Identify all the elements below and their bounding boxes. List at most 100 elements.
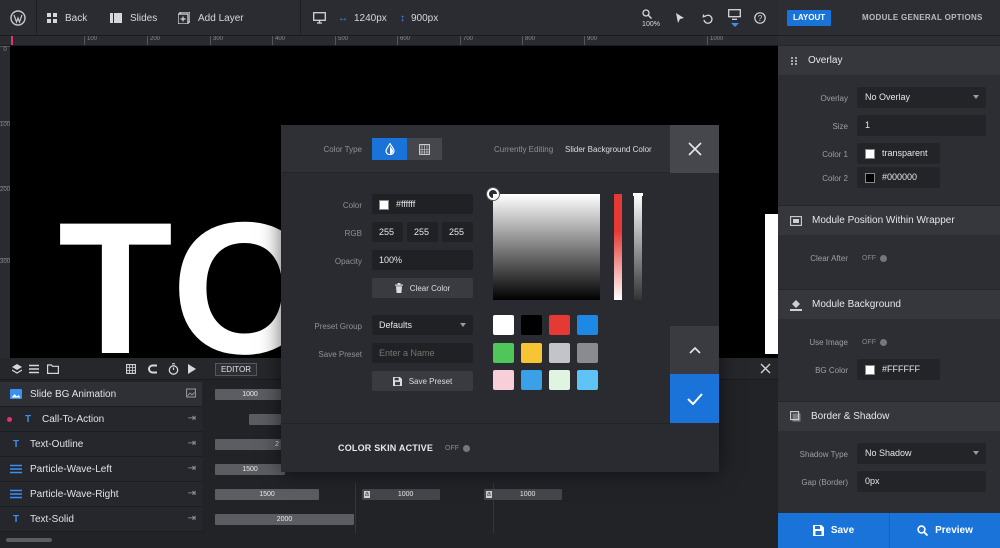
currently-editing-value: Slider Background Color bbox=[565, 145, 652, 154]
device-desktop-button[interactable] bbox=[313, 0, 334, 36]
layer-row-call-to-action[interactable]: T Call-To-Action ⇥ bbox=[0, 407, 202, 432]
opacity-input[interactable]: 100% bbox=[372, 250, 473, 270]
use-image-label: Use Image bbox=[809, 338, 848, 347]
layout-tab[interactable]: LAYOUT bbox=[787, 10, 832, 26]
preset-swatch[interactable] bbox=[549, 370, 570, 390]
layer-row-particle-right[interactable]: Particle-Wave-Right ⇥ bbox=[0, 482, 202, 507]
red-input[interactable]: 255 bbox=[372, 222, 403, 242]
layer-name: Particle-Wave-Left bbox=[30, 463, 112, 475]
hex-input[interactable]: #ffffff bbox=[372, 194, 473, 214]
preset-swatch[interactable] bbox=[577, 315, 598, 335]
section-background[interactable]: Module Background bbox=[778, 289, 1000, 319]
help-button[interactable]: ? bbox=[754, 0, 774, 36]
timeline-track-anim[interactable]: a 1000 bbox=[362, 489, 440, 500]
section-border[interactable]: Border & Shadow bbox=[778, 401, 1000, 431]
wordpress-logo[interactable] bbox=[10, 0, 34, 36]
snap-grid-icon[interactable] bbox=[126, 364, 136, 374]
timeline-track[interactable]: 1000 bbox=[215, 389, 285, 400]
preset-group-select[interactable]: Defaults bbox=[372, 315, 473, 335]
preset-swatch[interactable] bbox=[493, 370, 514, 390]
opacity-slider[interactable] bbox=[633, 193, 643, 300]
modal-close-button[interactable] bbox=[670, 125, 719, 173]
panel-header: LAYOUT MODULE GENERAL OPTIONS bbox=[778, 0, 1000, 36]
device-preview-button[interactable] bbox=[728, 0, 749, 36]
preset-swatch[interactable] bbox=[577, 370, 598, 390]
bg-color-picker[interactable]: #FFFFFF bbox=[857, 359, 940, 380]
preset-swatch[interactable] bbox=[521, 343, 542, 363]
collapse-arrow-icon[interactable]: ⇥ bbox=[188, 438, 196, 449]
apply-color-button[interactable] bbox=[670, 374, 719, 423]
layer-row-slide-bg[interactable]: Slide BG Animation bbox=[0, 382, 202, 407]
preset-swatch[interactable] bbox=[521, 315, 542, 335]
collapse-arrow-icon[interactable]: ⇥ bbox=[188, 513, 196, 524]
overlay-label: Overlay bbox=[820, 94, 848, 103]
preset-swatch[interactable] bbox=[549, 343, 570, 363]
color1-picker[interactable]: transparent bbox=[857, 143, 940, 164]
color-type-solid-button[interactable] bbox=[372, 138, 407, 160]
stopwatch-icon[interactable] bbox=[168, 363, 179, 375]
image-settings-icon[interactable] bbox=[186, 388, 196, 398]
save-preset-button[interactable]: Save Preset bbox=[372, 371, 473, 391]
overlay-select[interactable]: No Overlay bbox=[857, 87, 986, 108]
timeline-track[interactable]: 2 bbox=[215, 439, 281, 450]
saturation-value-area[interactable] bbox=[487, 188, 600, 300]
preview-button[interactable]: Preview bbox=[889, 513, 1000, 548]
preset-swatch[interactable] bbox=[549, 315, 570, 335]
size-input[interactable]: 1 bbox=[857, 115, 986, 136]
opacity-slider-handle[interactable] bbox=[633, 193, 643, 196]
layer-row-particle-left[interactable]: Particle-Wave-Left ⇥ bbox=[0, 457, 202, 482]
timeline-track[interactable]: 1500 bbox=[215, 489, 319, 500]
collapse-arrow-icon[interactable]: ⇥ bbox=[188, 488, 196, 499]
drag-handle-icon bbox=[791, 56, 797, 65]
section-position[interactable]: Module Position Within Wrapper bbox=[778, 205, 1000, 235]
headline-text-fragment[interactable] bbox=[765, 214, 778, 354]
color-type-gradient-button[interactable] bbox=[407, 138, 442, 160]
back-button[interactable]: Back bbox=[47, 0, 87, 36]
timeline-scrollbar[interactable] bbox=[6, 538, 52, 542]
clear-after-toggle[interactable]: OFF bbox=[862, 252, 887, 264]
use-image-toggle[interactable]: OFF bbox=[862, 336, 887, 348]
save-button[interactable]: Save bbox=[778, 513, 889, 548]
blue-input[interactable]: 255 bbox=[442, 222, 473, 242]
pointer-button[interactable] bbox=[675, 0, 693, 36]
preset-swatch[interactable] bbox=[521, 370, 542, 390]
clear-color-button[interactable]: Clear Color bbox=[372, 278, 473, 298]
section-title: Module Background bbox=[812, 299, 901, 310]
collapse-arrow-icon[interactable]: ⇥ bbox=[188, 463, 196, 474]
add-layer-button[interactable]: Add Layer bbox=[178, 0, 244, 36]
slides-button[interactable]: Slides bbox=[110, 0, 157, 36]
shadow-type-select[interactable]: No Shadow bbox=[857, 443, 986, 464]
preset-swatch[interactable] bbox=[493, 315, 514, 335]
play-icon[interactable] bbox=[188, 364, 196, 374]
hue-slider[interactable] bbox=[614, 194, 622, 300]
list-icon[interactable] bbox=[29, 364, 39, 374]
width-field[interactable]: ↔ 1240px bbox=[338, 0, 387, 36]
color2-picker[interactable]: #000000 bbox=[857, 167, 940, 188]
timeline-track[interactable]: 1500 bbox=[215, 464, 285, 475]
gap-label: Gap (Border) bbox=[801, 478, 848, 487]
color-picker-handle[interactable] bbox=[487, 188, 499, 200]
preset-swatch[interactable] bbox=[493, 343, 514, 363]
timeline-track[interactable]: 2000 bbox=[215, 514, 354, 525]
timeline-track-anim[interactable]: a 1000 bbox=[484, 489, 562, 500]
section-overlay[interactable]: Overlay bbox=[778, 45, 1000, 75]
magnet-icon[interactable] bbox=[148, 364, 158, 374]
folder-icon[interactable] bbox=[47, 364, 59, 374]
undo-button[interactable] bbox=[702, 0, 721, 36]
green-input[interactable]: 255 bbox=[407, 222, 438, 242]
gap-input[interactable]: 0px bbox=[857, 471, 986, 492]
color-skin-toggle[interactable]: OFF bbox=[445, 442, 470, 454]
zoom-button[interactable]: 100% bbox=[642, 0, 660, 36]
height-field[interactable]: ↕ 900px bbox=[400, 0, 438, 36]
layer-row-text-solid[interactable]: T Text-Solid ⇥ bbox=[0, 507, 202, 532]
collapse-up-button[interactable] bbox=[670, 326, 719, 374]
preset-swatch[interactable] bbox=[577, 343, 598, 363]
layer-row-text-outline[interactable]: T Text-Outline ⇥ bbox=[0, 432, 202, 457]
editor-tab[interactable]: EDITOR bbox=[215, 363, 257, 376]
close-icon[interactable] bbox=[760, 363, 771, 374]
preset-name-input[interactable] bbox=[372, 343, 473, 363]
timeline-track[interactable] bbox=[249, 414, 281, 425]
collapse-arrow-icon[interactable]: ⇥ bbox=[188, 413, 196, 424]
layers-icon[interactable] bbox=[12, 364, 22, 374]
rgb-label: RGB bbox=[344, 229, 362, 238]
